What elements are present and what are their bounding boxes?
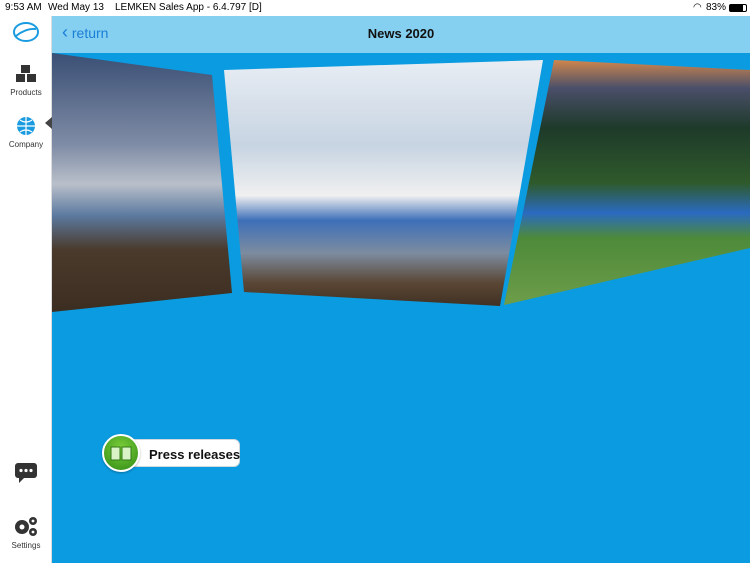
date: Wed May 13 <box>48 2 104 13</box>
boxes-icon <box>16 65 36 82</box>
time: 9:53 AM <box>5 2 42 13</box>
news-image-sprayer[interactable] <box>504 60 750 305</box>
globe-icon <box>17 117 35 135</box>
nav-header: ‹ return News 2020 <box>52 16 750 53</box>
sidebar: Products Company Settings <box>0 16 52 563</box>
news-image-plough[interactable] <box>52 53 232 312</box>
wifi-icon: ◠ <box>693 2 702 13</box>
battery-percent: 83% <box>706 2 727 13</box>
chat-icon <box>15 463 37 483</box>
news-image-seed-drill[interactable] <box>224 60 543 306</box>
sidebar-item-label: Products <box>10 88 42 97</box>
news-content: Press releases <box>52 53 750 563</box>
page-title: News 2020 <box>367 26 435 41</box>
gears-icon <box>15 517 37 536</box>
active-indicator <box>45 117 52 129</box>
press-releases-label: Press releases <box>149 447 241 462</box>
app-name: LEMKEN Sales App - 6.4.797 [D] <box>115 2 262 13</box>
sidebar-item-products[interactable]: Products <box>0 64 52 97</box>
chat-button[interactable] <box>0 462 52 488</box>
lemken-logo[interactable] <box>0 20 52 48</box>
sidebar-item-label: Settings <box>11 541 41 550</box>
status-bar: 9:53 AM Wed May 13 LEMKEN Sales App - 6.… <box>0 0 750 16</box>
book-icon <box>102 434 140 472</box>
sidebar-item-settings[interactable]: Settings <box>0 515 52 550</box>
battery-icon <box>729 4 747 12</box>
sidebar-item-label: Company <box>8 140 44 149</box>
